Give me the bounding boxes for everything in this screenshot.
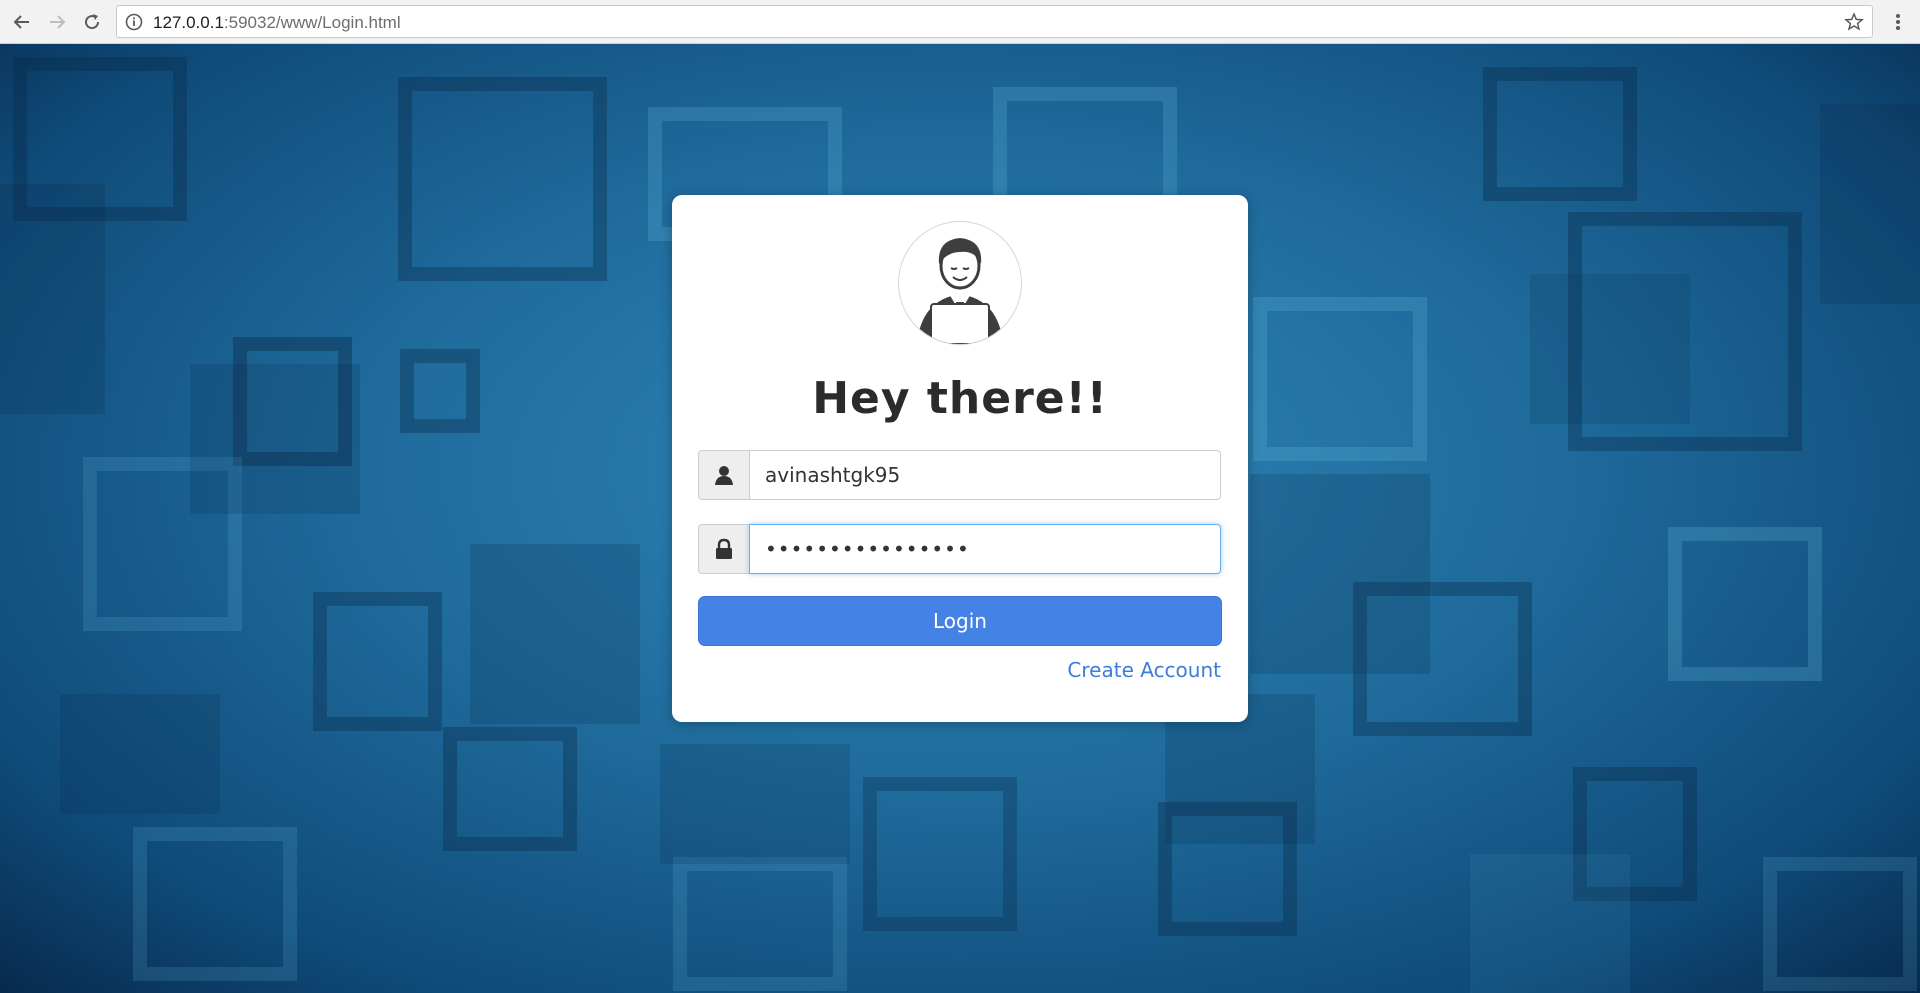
avatar-person-laptop-icon bbox=[917, 238, 1003, 344]
user-icon bbox=[715, 466, 733, 485]
reload-icon bbox=[85, 14, 100, 30]
back-arrow-icon bbox=[13, 15, 29, 29]
password-input[interactable] bbox=[749, 524, 1221, 574]
back-button[interactable] bbox=[8, 8, 36, 36]
username-input[interactable] bbox=[749, 450, 1221, 500]
lock-icon bbox=[716, 538, 732, 559]
login-button[interactable]: Login bbox=[698, 596, 1222, 646]
create-account-link[interactable]: Create Account bbox=[1067, 658, 1221, 682]
kebab-menu-icon bbox=[1896, 14, 1900, 30]
password-group bbox=[698, 524, 1221, 574]
forward-arrow-icon bbox=[50, 15, 66, 29]
star-icon[interactable] bbox=[1844, 12, 1864, 32]
avatar bbox=[898, 221, 1022, 345]
browser-toolbar: 127.0.0.1:59032/www/Login.html bbox=[0, 0, 1920, 44]
page-title: Hey there!! bbox=[812, 373, 1108, 424]
address-bar[interactable]: 127.0.0.1:59032/www/Login.html bbox=[116, 5, 1873, 38]
url-text: 127.0.0.1:59032/www/Login.html bbox=[153, 13, 401, 33]
url-host: 127.0.0.1 bbox=[153, 13, 224, 32]
login-card: Hey there!! Login Create Account bbox=[672, 195, 1248, 722]
info-icon[interactable] bbox=[125, 13, 143, 31]
reload-button[interactable] bbox=[78, 8, 106, 36]
url-path: :59032/www/Login.html bbox=[223, 13, 401, 32]
page-viewport: Hey there!! Login Create Account bbox=[0, 44, 1920, 993]
browser-menu-button[interactable] bbox=[1886, 8, 1910, 36]
username-group bbox=[698, 450, 1221, 500]
forward-button[interactable] bbox=[43, 8, 71, 36]
password-addon bbox=[698, 524, 749, 574]
username-addon bbox=[698, 450, 749, 500]
